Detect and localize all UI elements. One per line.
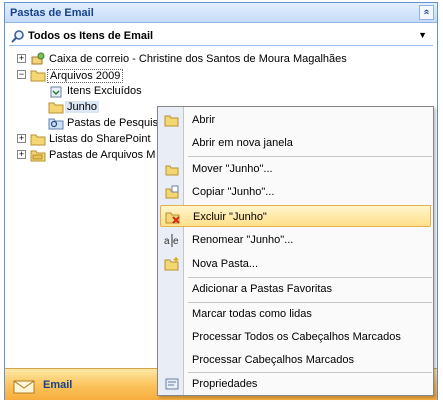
tree-item-label: Pastas de Arquivos M [49,149,156,161]
menu-item-delete[interactable]: Excluir "Junho" [160,205,431,227]
menu-item-label: Propriedades [192,378,258,390]
expand-icon[interactable]: + [17,150,26,159]
delete-folder-icon [165,212,180,224]
menu-item-open[interactable]: Abrir [160,109,431,131]
menu-item-copy[interactable]: Copiar "Junho"... [160,181,431,203]
menu-item-label: Processar Cabeçalhos Marcados [192,354,355,366]
sharepoint-icon [30,134,46,146]
all-mail-items-selector[interactable]: Todos os Itens de Email ▼ [9,26,433,46]
menu-item-move[interactable]: Mover "Junho"... [160,158,431,180]
double-chevron-up-icon: » [420,9,432,15]
menu-item-label: Nova Pasta... [192,258,259,270]
svg-text:a: a [164,236,170,247]
tree-item-label: Listas do SharePoint [49,133,151,145]
search-icon [11,30,24,43]
menu-item-properties[interactable]: Propriedades [160,373,431,395]
menu-item-process-all-headers[interactable]: Processar Todos os Cabeçalhos Marcados [160,326,431,348]
tree-item-label: Arquivos 2009 [47,69,124,83]
menu-item-rename[interactable]: a e Renomear "Junho"... [160,229,431,251]
tree-item-label: Itens Excluídos [67,85,142,97]
search-folders-icon [48,118,64,130]
pane-header: Pastas de Email » [5,3,437,23]
menu-item-label: Adicionar a Pastas Favoritas [192,283,333,295]
context-menu: Abrir Abrir em nova janela Mover "Junho"… [157,106,434,396]
tree-item-label: Pastas de Pesquis [67,117,159,129]
svg-text:e: e [173,236,179,247]
move-icon [165,165,179,176]
menu-item-label: Renomear "Junho"... [192,234,294,246]
mailbox-icon [31,52,45,65]
tree-item-label: Junho [65,101,99,113]
rename-icon: a e [164,234,179,247]
menu-item-label: Copiar "Junho"... [192,186,275,198]
menu-item-label: Mover "Junho"... [192,163,273,175]
dropdown-arrow-icon[interactable]: ▼ [418,30,427,40]
expand-icon[interactable]: + [17,54,26,63]
menu-item-mark-all-read[interactable]: Marcar todas como lidas [160,303,431,325]
mail-icon [13,380,35,394]
folder-icon [48,102,64,114]
tree-item-label: Caixa de correio - Christine dos Santos … [49,53,347,65]
folder-icon [30,70,46,82]
expand-icon[interactable]: + [17,134,26,143]
nav-label: Email [43,379,73,391]
menu-item-label: Abrir [192,114,216,126]
collapse-pane-button[interactable]: » [419,5,434,20]
menu-item-process-marked-headers[interactable]: Processar Cabeçalhos Marcados [160,349,431,371]
menu-item-open-new-window[interactable]: Abrir em nova janela [160,132,431,154]
menu-item-label: Excluir "Junho" [193,211,267,223]
copy-icon [165,185,179,199]
menu-item-add-favorites[interactable]: Adicionar a Pastas Favoritas [160,278,431,300]
menu-item-label: Marcar todas como lidas [192,308,312,320]
new-folder-icon [164,257,179,271]
menu-separator [188,156,432,157]
menu-item-label: Abrir em nova janela [192,137,293,149]
open-folder-icon [164,115,179,127]
menu-item-label: Processar Todos os Cabeçalhos Marcados [192,331,401,343]
pane-title: Pastas de Email [10,7,94,19]
deleted-items-icon [50,86,62,98]
collapse-icon[interactable]: − [17,70,26,79]
view-label: Todos os Itens de Email [28,30,154,42]
archive-folders-icon [30,150,46,162]
menu-item-new-folder[interactable]: Nova Pasta... [160,253,431,275]
properties-icon [165,378,179,390]
